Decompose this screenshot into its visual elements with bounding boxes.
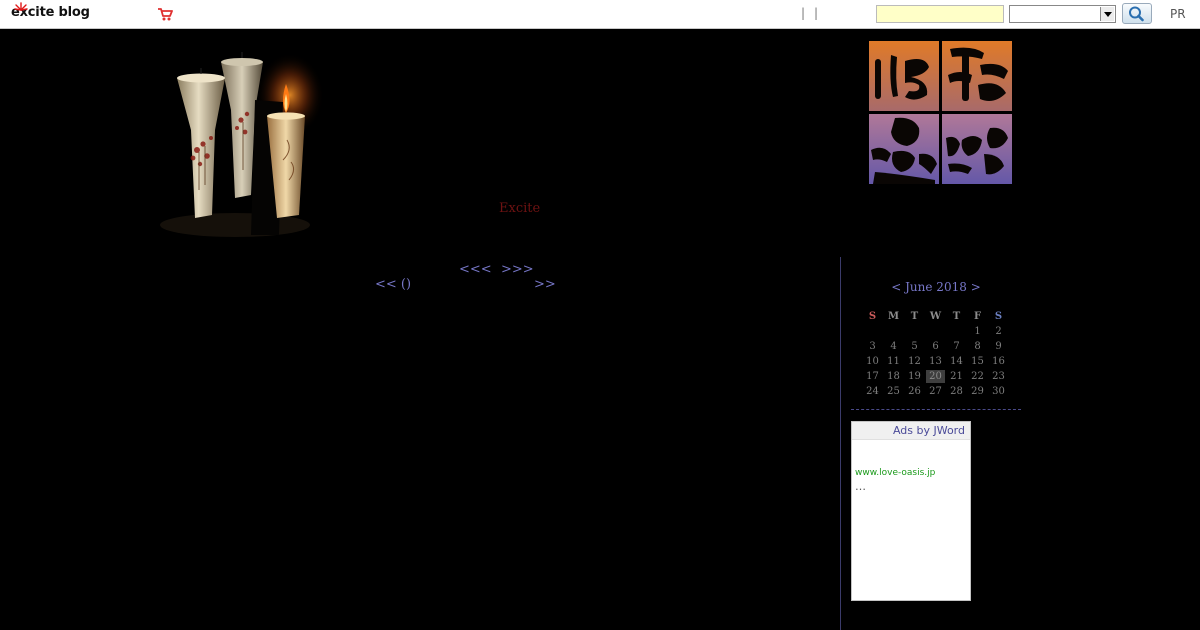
calendar-day: 14 — [950, 356, 963, 367]
calendar-day: 8 — [974, 341, 981, 352]
calendar-day: 13 — [929, 356, 942, 367]
sidebar-divider — [840, 257, 841, 630]
calendar-day: 21 — [950, 371, 963, 382]
title-tile — [869, 41, 939, 111]
prev-month-link[interactable]: <<< — [459, 262, 492, 277]
calendar-prev-link[interactable]: < — [891, 280, 901, 294]
calendar-day: 18 — [887, 371, 900, 382]
calendar-day: 4 — [890, 341, 897, 352]
chevron-down-icon[interactable] — [1100, 7, 1114, 21]
calendar-day: 28 — [950, 386, 963, 397]
calendar-day: 23 — [992, 371, 1005, 382]
calendar-grid: S M T W T F S 1 2 3 4 5 6 7 8 9 10 11 12… — [862, 309, 1009, 399]
title-tile — [942, 41, 1012, 111]
sidebar-divider-dashed — [851, 409, 1021, 410]
weekday-label: T — [952, 311, 961, 322]
calendar-day: 19 — [908, 371, 921, 382]
next-page-link[interactable]: >> — [534, 277, 556, 292]
weekday-label: T — [910, 311, 919, 322]
excite-blog-logo[interactable]: excite blog — [11, 2, 90, 20]
calendar-header: < June 2018 > — [851, 280, 1021, 294]
weekday-label: S — [994, 311, 1003, 322]
calendar-day: 27 — [929, 386, 942, 397]
calendar-day: 15 — [971, 356, 984, 367]
calendar-month-title[interactable]: June 2018 — [905, 280, 967, 294]
search-input[interactable] — [876, 5, 1004, 23]
ad-header[interactable]: Ads by JWord — [852, 422, 970, 440]
menu-separator: | — [801, 6, 806, 20]
search-icon — [1129, 6, 1144, 22]
logo-burst-icon — [14, 2, 28, 11]
blog-title-image[interactable] — [868, 40, 1012, 184]
shopping-cart-icon[interactable] — [157, 7, 173, 21]
calendar-day: 17 — [866, 371, 879, 382]
calendar-week-row: 17 18 19 20 21 22 23 — [862, 369, 1009, 384]
calendar-day: 11 — [887, 356, 900, 367]
calendar-day — [946, 324, 967, 339]
calendar-day: 30 — [992, 386, 1005, 397]
title-tile — [942, 114, 1012, 184]
ad-box: Ads by JWord www.love-oasis.jp … — [851, 421, 971, 601]
excite-link[interactable]: Excite — [499, 201, 540, 216]
calendar-day: 5 — [911, 341, 918, 352]
calendar-day: 6 — [932, 341, 939, 352]
calendar-day: 3 — [869, 341, 876, 352]
calendar-day: 26 — [908, 386, 921, 397]
candles-header-image — [160, 52, 324, 237]
calendar-day — [883, 324, 904, 339]
calendar-day: 25 — [887, 386, 900, 397]
weekday-label: W — [929, 311, 942, 322]
calendar-day: 29 — [971, 386, 984, 397]
pr-label: PR — [1170, 7, 1186, 21]
weekday-label: M — [887, 311, 900, 322]
top-bar: excite blog | | PR — [0, 0, 1200, 29]
ad-url-link[interactable]: www.love-oasis.jp — [855, 468, 935, 478]
calendar-day: 16 — [992, 356, 1005, 367]
calendar-day — [862, 324, 883, 339]
calendar-day: 22 — [971, 371, 984, 382]
calendar-day: 7 — [953, 341, 960, 352]
calendar-next-link[interactable]: > — [971, 280, 981, 294]
calendar-day-today: 20 — [925, 369, 946, 384]
calendar-weekday-row: S M T W T F S — [862, 309, 1009, 324]
calendar-day — [904, 324, 925, 339]
calendar-day: 24 — [866, 386, 879, 397]
calendar-day: 10 — [866, 356, 879, 367]
today-marker: 20 — [926, 370, 945, 383]
calendar-week-row: 24 25 26 27 28 29 30 — [862, 384, 1009, 399]
prev-page-link[interactable]: << () — [375, 277, 411, 292]
ad-ellipsis: … — [855, 480, 866, 493]
calendar-day: 2 — [995, 326, 1002, 337]
calendar-day: 1 — [974, 326, 981, 337]
menu-separator: | — [814, 6, 819, 20]
calendar-week-row: 1 2 — [862, 324, 1009, 339]
weekday-label: S — [868, 311, 877, 322]
calendar-day: 9 — [995, 341, 1002, 352]
calendar-week-row: 3 4 5 6 7 8 9 — [862, 339, 1009, 354]
calendar-day: 12 — [908, 356, 921, 367]
weekday-label: F — [973, 311, 982, 322]
next-month-link[interactable]: >>> — [501, 262, 534, 277]
calendar-day — [925, 324, 946, 339]
search-button[interactable] — [1122, 3, 1152, 24]
search-scope-select[interactable] — [1009, 5, 1116, 23]
calendar-week-row: 10 11 12 13 14 15 16 — [862, 354, 1009, 369]
title-tile — [869, 114, 939, 184]
